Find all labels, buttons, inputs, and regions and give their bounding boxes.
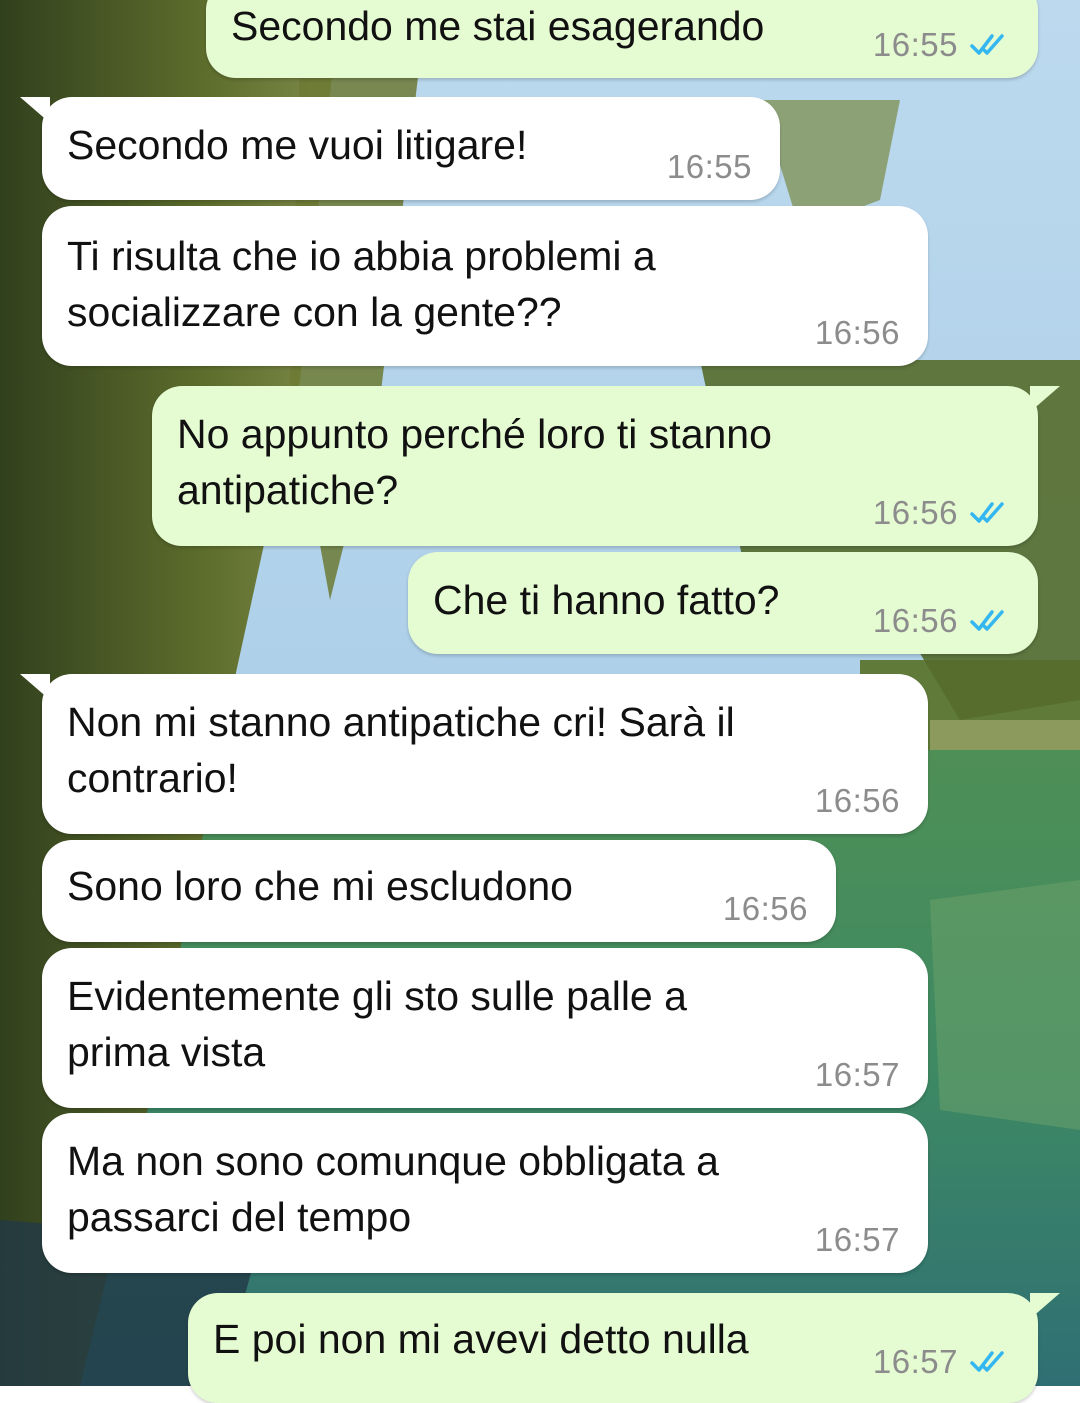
message-text: Che ti hanno fatto? (433, 577, 780, 623)
message-bubble-outgoing[interactable]: Secondo me stai esagerando 16:55 (206, 0, 1038, 78)
message-bubble-outgoing[interactable]: Che ti hanno fatto? 16:56 (408, 552, 1038, 654)
message-meta: 16:56 (723, 890, 808, 928)
message-meta: 16:55 (873, 26, 1014, 64)
message-time: 16:55 (872, 26, 958, 63)
message-text: Secondo me stai esagerando (231, 3, 765, 49)
message-time: 16:56 (814, 782, 900, 819)
message-bubble-incoming[interactable]: Sono loro che mi escludono 16:56 (42, 840, 836, 942)
message-bubble-outgoing[interactable]: No appunto perché loro ti stanno antipat… (152, 386, 1060, 546)
message-time: 16:57 (814, 1221, 900, 1258)
double-check-icon (970, 1351, 1004, 1372)
message-text: Sono loro che mi escludono (67, 863, 573, 909)
message-meta: 16:56 (873, 494, 1014, 532)
message-time: 16:56 (722, 890, 808, 927)
message-bubble-incoming[interactable]: Ma non sono comunque obbligata a passarc… (42, 1113, 928, 1273)
message-meta: 16:56 (815, 314, 900, 352)
message-text: Ti risulta che io abbia problemi a socia… (67, 233, 656, 335)
bubble-tail (1030, 386, 1060, 412)
message-meta: 16:55 (667, 148, 752, 186)
message-meta: 16:57 (815, 1221, 900, 1259)
message-text: Secondo me vuoi litigare! (67, 122, 528, 168)
message-meta: 16:56 (815, 782, 900, 820)
message-bubble-incoming[interactable]: Ti risulta che io abbia problemi a socia… (42, 206, 928, 366)
message-text: Non mi stanno antipatiche cri! Sarà il c… (67, 699, 735, 801)
bubble-tail (1030, 1293, 1060, 1319)
message-text: No appunto perché loro ti stanno antipat… (177, 411, 772, 513)
message-bubble-incoming[interactable]: Non mi stanno antipatiche cri! Sarà il c… (20, 674, 928, 834)
message-time: 16:56 (872, 494, 958, 531)
double-check-icon (970, 502, 1004, 523)
message-text: E poi non mi avevi detto nulla (213, 1316, 749, 1362)
message-text: Evidentemente gli sto sulle palle a prim… (67, 973, 687, 1075)
double-check-icon (970, 610, 1004, 631)
message-time: 16:56 (872, 602, 958, 639)
message-text: Ma non sono comunque obbligata a passarc… (67, 1138, 719, 1240)
message-meta: 16:57 (873, 1343, 1014, 1381)
message-time: 16:56 (814, 314, 900, 351)
message-time: 16:57 (872, 1343, 958, 1380)
bubble-tail (20, 97, 50, 123)
double-check-icon (970, 34, 1004, 55)
message-meta: 16:57 (815, 1056, 900, 1094)
message-time: 16:57 (814, 1056, 900, 1093)
message-time: 16:55 (666, 148, 752, 185)
bubble-tail (20, 674, 50, 700)
message-bubble-incoming[interactable]: Secondo me vuoi litigare! 16:55 (20, 97, 780, 200)
message-meta: 16:56 (873, 602, 1014, 640)
message-bubble-incoming[interactable]: Evidentemente gli sto sulle palle a prim… (42, 948, 928, 1108)
message-bubble-outgoing[interactable]: E poi non mi avevi detto nulla 16:57 (188, 1293, 1060, 1403)
